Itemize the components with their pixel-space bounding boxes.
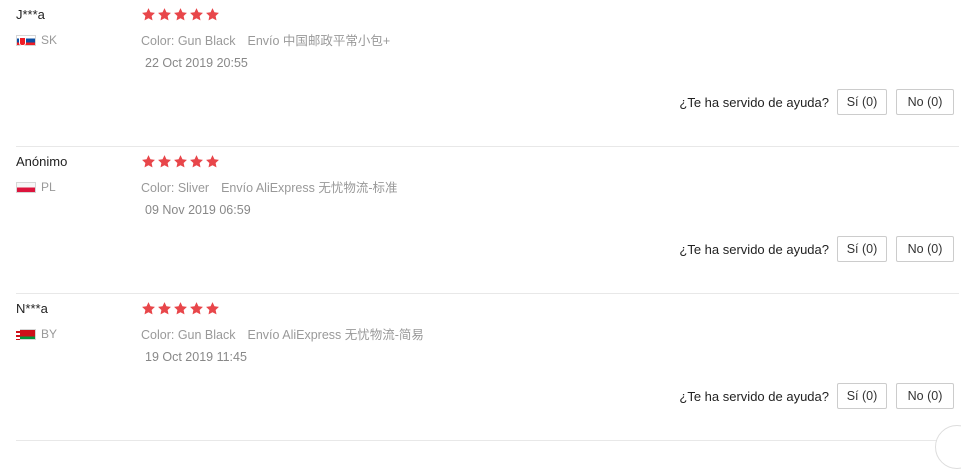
star-icon (141, 154, 156, 169)
reviewer-country: SK (16, 33, 57, 47)
star-icon (189, 154, 204, 169)
helpful-yes-button[interactable]: Sí (0) (837, 89, 887, 115)
reviewer-country: PL (16, 180, 56, 194)
slovakia-flag-icon (16, 34, 36, 46)
star-icon (157, 7, 172, 22)
reviewer-country: BY (16, 327, 57, 341)
star-icon (157, 301, 172, 316)
review-date: 19 Oct 2019 11:45 (145, 350, 247, 364)
review-item: J***a SK Color: Gun Black Envío 中国邮政平常小包+… (16, 0, 959, 147)
reviewer-name: Anónimo (16, 154, 68, 169)
product-info: Color: Gun Black Envío 中国邮政平常小包+ (141, 30, 390, 49)
star-icon (205, 301, 220, 316)
reviewer-name: N***a (16, 301, 48, 316)
star-rating (141, 301, 220, 316)
product-info: Color: Gun Black Envío AliExpress 无忧物流-简易 (141, 324, 424, 343)
helpful-no-button[interactable]: No (0) (896, 383, 954, 409)
helpful-vote-bar: ¿Te ha servido de ayuda? Sí (0) No (0) (679, 236, 954, 262)
helpful-yes-button[interactable]: Sí (0) (837, 236, 887, 262)
star-icon (205, 7, 220, 22)
helpful-no-button[interactable]: No (0) (896, 236, 954, 262)
shipping-method: Envío AliExpress 无忧物流-简易 (247, 328, 424, 342)
product-color: Color: Gun Black (141, 34, 236, 48)
helpful-question: ¿Te ha servido de ayuda? (679, 241, 829, 257)
star-icon (205, 154, 220, 169)
star-icon (173, 7, 188, 22)
belarus-flag-icon (16, 328, 36, 340)
star-icon (173, 301, 188, 316)
helpful-vote-bar: ¿Te ha servido de ayuda? Sí (0) No (0) (679, 89, 954, 115)
poland-flag-icon (16, 181, 36, 193)
star-icon (173, 154, 188, 169)
reviewer-name: J***a (16, 7, 45, 22)
helpful-question: ¿Te ha servido de ayuda? (679, 94, 829, 110)
shipping-method: Envío 中国邮政平常小包+ (247, 34, 391, 48)
product-color: Color: Sliver (141, 181, 210, 195)
star-icon (189, 7, 204, 22)
star-icon (157, 154, 172, 169)
helpful-vote-bar: ¿Te ha servido de ayuda? Sí (0) No (0) (679, 383, 954, 409)
country-code: BY (41, 327, 58, 341)
country-code: SK (41, 33, 58, 47)
star-icon (141, 7, 156, 22)
review-date: 22 Oct 2019 20:55 (145, 56, 248, 70)
review-item: N***a BY Color: Gun Black Envío AliExpres… (16, 294, 959, 441)
product-color: Color: Gun Black (141, 328, 236, 342)
star-rating (141, 154, 220, 169)
star-icon (189, 301, 204, 316)
star-rating (141, 7, 220, 22)
review-item: Anónimo PL Color: Sliver Envío AliExpress… (16, 147, 959, 294)
helpful-question: ¿Te ha servido de ayuda? (679, 388, 829, 404)
country-code: PL (41, 180, 56, 194)
product-info: Color: Sliver Envío AliExpress 无忧物流-标准 (141, 177, 398, 196)
review-date: 09 Nov 2019 06:59 (145, 203, 251, 217)
star-icon (141, 301, 156, 316)
helpful-no-button[interactable]: No (0) (896, 89, 954, 115)
helpful-yes-button[interactable]: Sí (0) (837, 383, 887, 409)
shipping-method: Envío AliExpress 无忧物流-标准 (221, 181, 398, 195)
